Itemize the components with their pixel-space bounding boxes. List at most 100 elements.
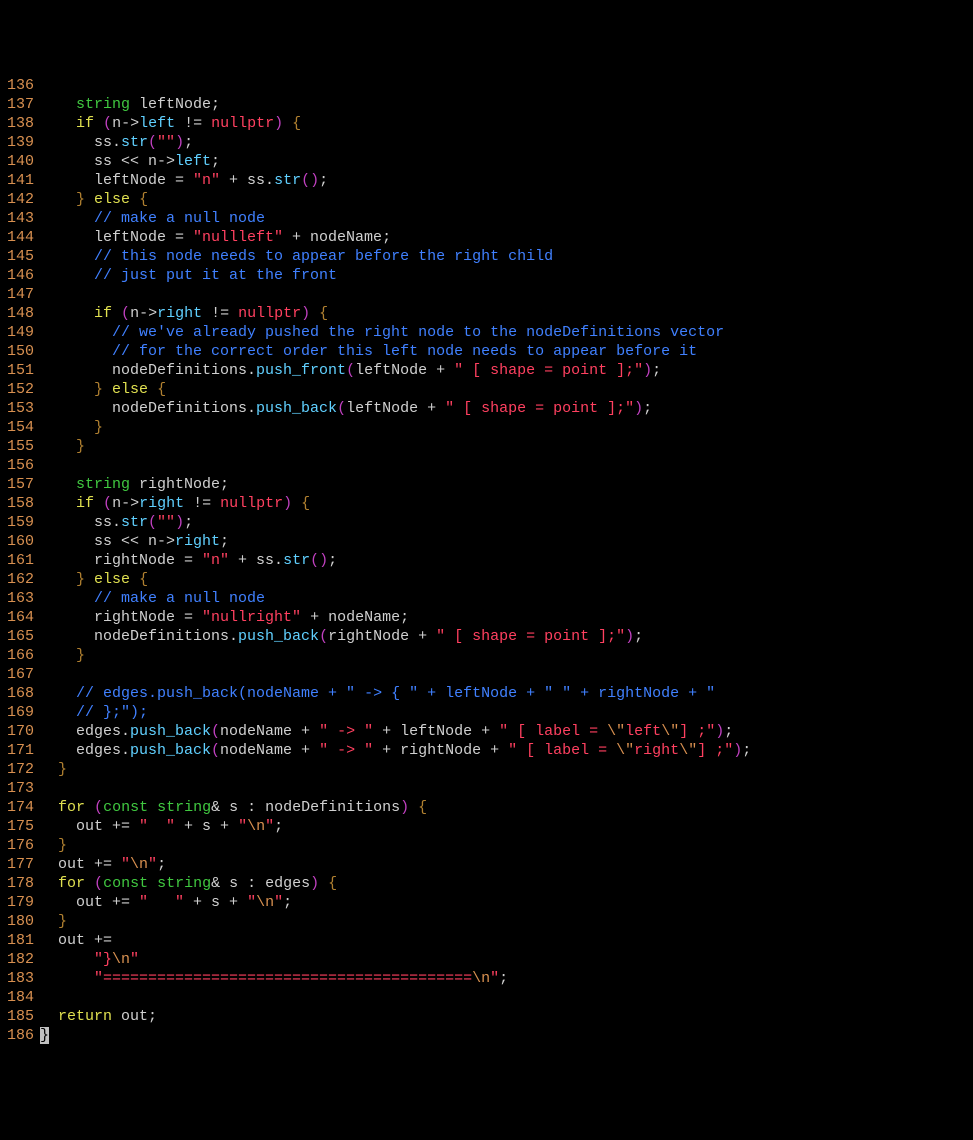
code-token (94, 115, 103, 132)
code-line[interactable]: } (40, 836, 751, 855)
code-line[interactable]: } (40, 760, 751, 779)
code-token: \" (616, 742, 634, 759)
code-line[interactable]: } else { (40, 190, 751, 209)
code-line[interactable]: out += "\n"; (40, 855, 751, 874)
code-token (148, 381, 157, 398)
code-token: ; (274, 818, 283, 835)
code-line[interactable]: nodeDefinitions.push_front(leftNode + " … (40, 361, 751, 380)
code-line[interactable]: return out; (40, 1007, 751, 1026)
code-token: "n" (193, 172, 220, 189)
code-line[interactable]: // we've already pushed the right node t… (40, 323, 751, 342)
code-line[interactable]: rightNode = "nullright" + nodeName; (40, 608, 751, 627)
code-line[interactable]: if (n->right != nullptr) { (40, 304, 751, 323)
code-token: ; (499, 970, 508, 987)
code-line[interactable]: "}\n" (40, 950, 751, 969)
code-line[interactable]: if (n->left != nullptr) { (40, 114, 751, 133)
code-line[interactable]: leftNode = "n" + ss.str(); (40, 171, 751, 190)
code-token: n-> (130, 305, 157, 322)
code-line[interactable]: } (40, 1026, 751, 1045)
code-line[interactable]: ss << n->right; (40, 532, 751, 551)
code-token: // just put it at the front (94, 267, 337, 284)
code-token: ) (400, 799, 409, 816)
code-token: ) (634, 400, 643, 417)
code-token (130, 571, 139, 588)
code-line[interactable]: // edges.push_back(nodeName + " -> { " +… (40, 684, 751, 703)
code-line[interactable]: ss.str(""); (40, 133, 751, 152)
code-line[interactable]: } (40, 418, 751, 437)
code-content[interactable]: string leftNode; if (n->left != nullptr)… (40, 76, 751, 1045)
code-line[interactable]: rightNode = "n" + ss.str(); (40, 551, 751, 570)
code-token: nodeDefinitions. (40, 628, 238, 645)
code-editor[interactable]: 136 137 138 139 140 141 142 143 144 145 … (0, 76, 973, 1045)
code-token: right (139, 495, 184, 512)
code-line[interactable]: // for the correct order this left node … (40, 342, 751, 361)
code-line[interactable]: } else { (40, 380, 751, 399)
code-line[interactable]: edges.push_back(nodeName + " -> " + left… (40, 722, 751, 741)
code-line[interactable]: // make a null node (40, 209, 751, 228)
code-token: != (184, 495, 220, 512)
code-token: " (265, 818, 274, 835)
code-line[interactable]: "=======================================… (40, 969, 751, 988)
code-token (40, 115, 76, 132)
code-token: for (58, 875, 85, 892)
code-line[interactable]: // this node needs to appear before the … (40, 247, 751, 266)
code-token: if (76, 495, 94, 512)
code-line[interactable] (40, 456, 751, 475)
code-line[interactable]: } else { (40, 570, 751, 589)
code-line[interactable]: string rightNode; (40, 475, 751, 494)
code-token (85, 571, 94, 588)
code-token (40, 761, 58, 778)
code-line[interactable]: } (40, 646, 751, 665)
code-token: ) (175, 134, 184, 151)
code-token (40, 267, 94, 284)
code-token (40, 799, 58, 816)
code-line[interactable]: // make a null node (40, 589, 751, 608)
code-token (40, 970, 94, 987)
code-line[interactable]: // just put it at the front (40, 266, 751, 285)
code-line[interactable]: ss << n->left; (40, 152, 751, 171)
code-line[interactable]: if (n->right != nullptr) { (40, 494, 751, 513)
code-line[interactable] (40, 665, 751, 684)
code-line[interactable] (40, 76, 751, 95)
code-line[interactable]: } (40, 912, 751, 931)
code-token: } (76, 191, 85, 208)
code-token: ) (310, 875, 319, 892)
code-line[interactable]: for (const string& s : nodeDefinitions) … (40, 798, 751, 817)
code-token: right (634, 742, 679, 759)
code-line[interactable]: nodeDefinitions.push_back(leftNode + " [… (40, 399, 751, 418)
code-token (292, 495, 301, 512)
code-token: ) (283, 495, 292, 512)
code-line[interactable]: leftNode = "nullleft" + nodeName; (40, 228, 751, 247)
code-token: out += (40, 856, 121, 873)
code-line[interactable]: out += (40, 931, 751, 950)
code-token: + s + (184, 894, 247, 911)
code-line[interactable]: nodeDefinitions.push_back(rightNode + " … (40, 627, 751, 646)
code-token: leftNode = (40, 172, 193, 189)
code-line[interactable]: edges.push_back(nodeName + " -> " + righ… (40, 741, 751, 760)
code-token: // we've already pushed the right node t… (112, 324, 724, 341)
code-token: } (58, 761, 67, 778)
code-token: str (283, 552, 310, 569)
code-line[interactable] (40, 285, 751, 304)
code-line[interactable]: out += " " + s + "\n"; (40, 893, 751, 912)
code-token: else (94, 191, 130, 208)
code-token: ( (148, 514, 157, 531)
code-line[interactable]: for (const string& s : edges) { (40, 874, 751, 893)
code-token: rightNode + (328, 628, 436, 645)
code-token (40, 343, 112, 360)
code-line[interactable]: ss.str(""); (40, 513, 751, 532)
code-token: ; (742, 742, 751, 759)
code-line[interactable]: } (40, 437, 751, 456)
code-token: left (139, 115, 175, 132)
code-token: string (157, 799, 211, 816)
code-line[interactable]: string leftNode; (40, 95, 751, 114)
code-token: nodeName + (220, 723, 319, 740)
code-line[interactable]: out += " " + s + "\n"; (40, 817, 751, 836)
code-line[interactable]: // };"); (40, 703, 751, 722)
code-line[interactable] (40, 779, 751, 798)
code-token (40, 96, 76, 113)
code-token: right (175, 533, 220, 550)
code-token: { (139, 571, 148, 588)
code-line[interactable] (40, 988, 751, 1007)
code-token: left (175, 153, 211, 170)
